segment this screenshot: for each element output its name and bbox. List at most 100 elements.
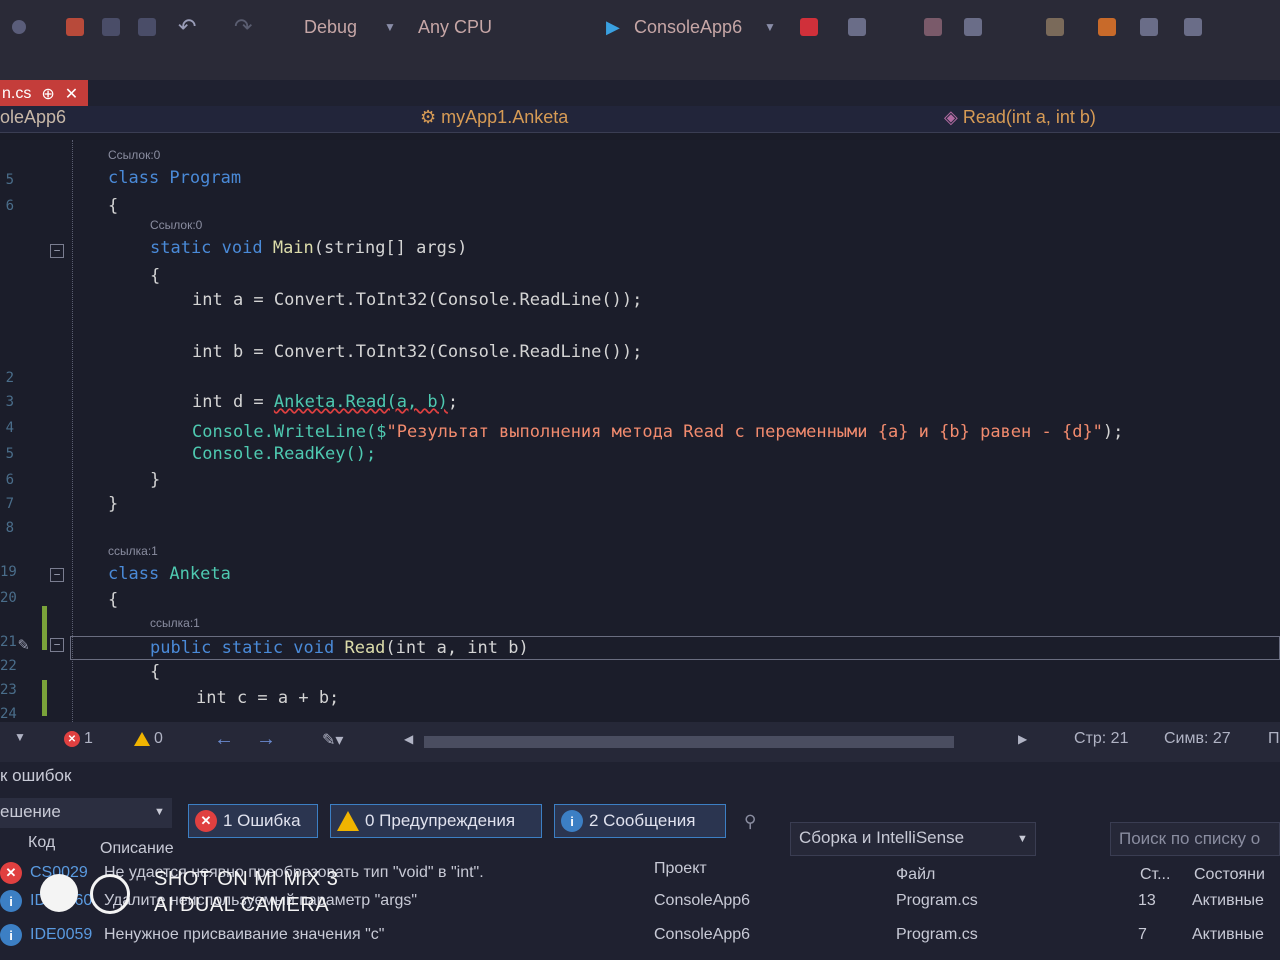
comment-icon[interactable] [1046,14,1064,40]
diagnostics-icon[interactable] [800,14,818,40]
chevron-down-icon[interactable]: ▼ [764,14,776,40]
line-number: 4 [5,420,14,436]
search-placeholder: Поиск по списку о [1119,829,1261,848]
step-icon[interactable] [924,14,942,40]
codelens-references[interactable]: ссылка:1 [150,616,200,630]
pin-icon[interactable]: ⊕ [41,84,54,104]
nav-back-icon[interactable]: ← [214,728,234,751]
filter-icon[interactable]: ⚲ [744,812,756,832]
platform-label: Any CPU [418,16,493,37]
code-line: int b = Convert.ToInt32(Console.ReadLine… [192,342,643,362]
column-header-description[interactable]: Описание [100,840,174,858]
code-line: int c = a + b; [196,688,340,708]
warnings-filter-button[interactable]: 0 Предупреждения [330,804,542,838]
build-filter-dropdown[interactable]: Сборка и IntelliSense ▼ [790,822,1036,856]
error-state: Активные [1192,926,1264,943]
bookmark-icon[interactable] [1098,14,1116,40]
chevron-down-icon[interactable]: ▼ [384,14,396,40]
code-token: Console.WriteLine($ [192,422,387,442]
nav-forward-icon[interactable]: → [256,728,276,751]
error-icon: ✕ [195,810,217,832]
play-icon[interactable]: ▶ [606,14,620,40]
line-number: 5 [5,172,14,188]
run-target-button[interactable]: ConsoleApp6 [634,14,742,40]
info-icon: i [0,890,22,912]
bookmark-clear-icon[interactable] [1184,14,1202,40]
scroll-right-icon[interactable]: ▶ [1018,732,1027,746]
change-marker [42,606,47,650]
back-icon[interactable] [12,14,26,40]
close-icon[interactable]: ✕ [65,84,78,104]
indent-guide [72,140,74,722]
change-marker [42,680,47,716]
config-dropdown[interactable]: Debug [304,14,357,40]
code-token: ; [447,392,459,412]
collapse-toggle[interactable]: − [50,568,64,582]
platform-dropdown[interactable]: Any CPU [418,14,492,40]
format-icon[interactable] [964,14,982,40]
horizontal-scrollbar[interactable] [424,736,954,748]
save-icon[interactable] [102,14,120,40]
error-description: Ненужное присваивание значения "c" [104,926,385,943]
project-dropdown[interactable]: oleApp6 [0,107,66,128]
code-line: { [108,196,119,216]
error-code-link[interactable]: IDE0059 [30,926,92,944]
column-header-code[interactable]: Код [28,834,55,852]
collapse-toggle[interactable]: − [50,244,64,258]
code-token: static void [150,238,273,258]
code-line: { [108,590,119,610]
error-count-label: 1 [84,730,93,747]
brush-icon[interactable]: ✎▾ [322,730,343,750]
warning-count[interactable]: 0 [134,730,163,748]
codelens-references[interactable]: Ссылок:0 [150,218,202,232]
run-target-label: ConsoleApp6 [634,16,743,37]
collapse-toggle[interactable]: − [50,638,64,652]
codelens-references[interactable]: Ссылок:0 [108,148,160,162]
redo-icon[interactable]: ↷ [234,14,252,40]
warnings-filter-label: 0 Предупреждения [365,811,516,830]
warning-count-label: 0 [154,730,163,747]
error-count[interactable]: ✕ 1 [64,730,93,748]
zoom-chevron-icon[interactable]: ▼ [14,730,26,744]
code-line: int a = Convert.ToInt32(Console.ReadLine… [192,290,643,310]
scroll-left-icon[interactable]: ◀ [404,732,413,746]
code-line: public static void Read(int a, int b) [150,638,529,658]
main-toolbar: ↶ ↷ Debug ▼ Any CPU ▶ ConsoleApp6 ▼ [0,0,1280,80]
code-token: "Результат выполнения метода Read с пере… [386,422,1103,442]
code-line: { [150,266,161,286]
line-number: 2 [5,370,14,386]
editor-status-bar: ▼ ✕ 1 0 ← → ✎▾ ◀ ▶ Стр: 21 Симв: 27 П [0,722,1280,762]
error-squiggle[interactable]: Anketa.Read(a, b) [274,392,448,412]
codelens-references[interactable]: ссылка:1 [108,544,158,558]
code-token: class [108,564,170,584]
line-number: 8 [5,520,14,536]
line-number: 19 [0,564,17,580]
error-line: 7 [1138,926,1147,943]
errors-filter-button[interactable]: ✕ 1 Ошибка [188,804,318,838]
class-dropdown[interactable]: ⚙ myApp1.Anketa [420,107,568,128]
code-line: class Anketa [108,564,231,584]
code-line: int d = Anketa.Read(a, b); [192,392,458,412]
search-list-input[interactable]: Поиск по списку о [1110,822,1280,856]
member-dropdown[interactable]: ◈ Read(int a, int b) [944,107,1096,128]
camera-icon[interactable] [848,14,866,40]
undo-icon[interactable]: ↶ [178,14,196,40]
bookmark-nav-icon[interactable] [1140,14,1158,40]
navigation-bar: oleApp6 ⚙ myApp1.Anketa ◈ Read(int a, in… [0,106,1280,133]
camera-watermark: SHOT ON MI MIX 3 AI DUAL CAMERA [40,868,370,920]
code-token: int d = [192,392,274,412]
messages-filter-label: 2 Сообщения [589,811,696,830]
messages-filter-button[interactable]: i 2 Сообщения [554,804,726,838]
table-row[interactable]: i IDE0059 Ненужное присваивание значения… [0,922,1280,952]
method-icon: ◈ [944,107,958,127]
quick-action-icon[interactable]: ✎ [18,634,29,655]
panel-title: к ошибок [0,766,72,785]
line-number: 7 [5,496,14,512]
scope-dropdown[interactable]: ешение ▼ [0,798,172,828]
code-editor[interactable]: 5 6 2 3 4 5 6 7 8 19 20 21 22 23 24 − − … [0,140,1280,722]
new-file-icon[interactable] [66,14,84,40]
tab-program-cs[interactable]: n.cs ⊕ ✕ [0,80,88,108]
lens-dot-icon [40,874,78,912]
chevron-down-icon: ▼ [1017,833,1028,845]
save-all-icon[interactable] [138,14,156,40]
